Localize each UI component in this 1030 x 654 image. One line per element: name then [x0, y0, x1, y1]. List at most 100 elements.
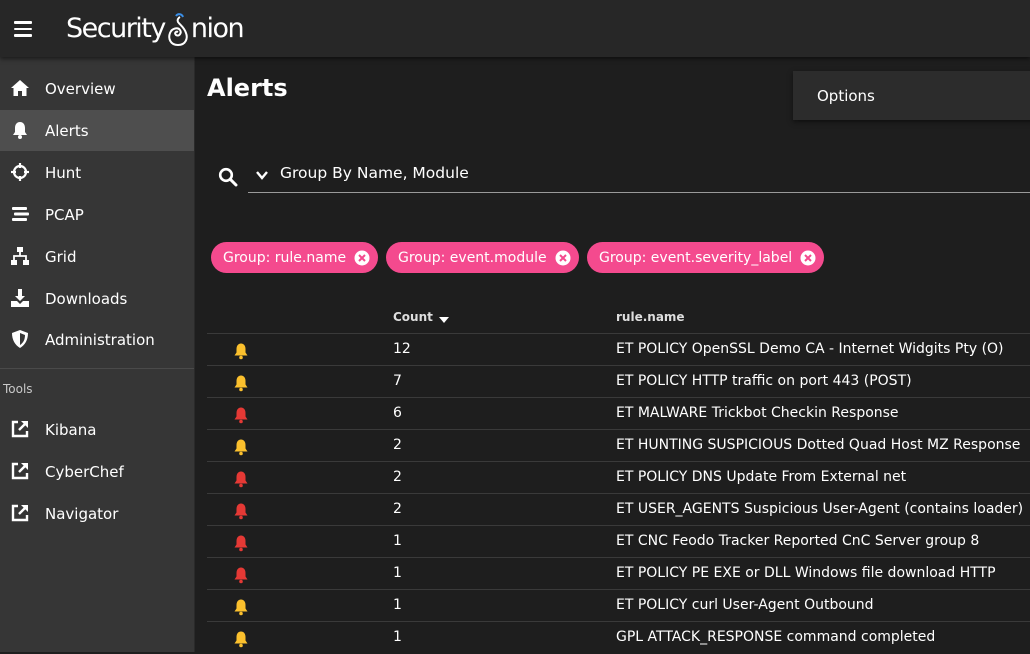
sidebar-item-label: Hunt — [45, 163, 82, 182]
page-title: Alerts — [207, 74, 288, 102]
sidebar-item-alerts[interactable]: Alerts — [0, 110, 194, 151]
sidebar-item-label: Downloads — [45, 289, 128, 308]
search-icon[interactable] — [218, 167, 238, 187]
column-header-count[interactable]: Count — [393, 310, 449, 324]
table-row[interactable]: 6 ET MALWARE Trickbot Checkin Response — [207, 397, 1030, 430]
sidebar-item-overview[interactable]: Overview — [0, 68, 194, 109]
logo-text-right: nion — [190, 13, 245, 44]
rule-name-cell[interactable]: GPL ATTACK_RESPONSE command completed — [616, 629, 935, 645]
bell-icon[interactable] — [232, 438, 250, 456]
rule-name-cell[interactable]: ET POLICY DNS Update From External net — [616, 469, 906, 485]
count-cell[interactable]: 1 — [393, 597, 402, 613]
count-cell[interactable]: 1 — [393, 533, 402, 549]
rule-name-cell[interactable]: ET CNC Feodo Tracker Reported CnC Server… — [616, 533, 979, 549]
table-row[interactable]: 7 ET POLICY HTTP traffic on port 443 (POS… — [207, 365, 1030, 398]
sidebar-item-downloads[interactable]: Downloads — [0, 278, 194, 319]
bell-icon[interactable] — [232, 534, 250, 552]
bell-icon[interactable] — [232, 342, 250, 360]
table-row[interactable]: 1 ET POLICY PE EXE or DLL Windows file do… — [207, 557, 1030, 590]
chip-label: Group: rule.name — [223, 249, 347, 266]
onion-swirl-icon — [166, 12, 190, 48]
shield-icon — [12, 330, 28, 348]
external-link-icon — [11, 462, 29, 480]
options-label[interactable]: Options — [817, 87, 875, 105]
rule-name-cell[interactable]: ET POLICY OpenSSL Demo CA - Internet Wid… — [616, 341, 1004, 357]
bell-icon[interactable] — [232, 630, 250, 648]
sidebar-item-label: Administration — [45, 330, 155, 349]
sidebar-item-cyberchef[interactable]: CyberChef — [0, 451, 194, 492]
table-row[interactable]: 1 ET CNC Feodo Tracker Reported CnC Serve… — [207, 525, 1030, 558]
column-header-label: Count — [393, 310, 433, 324]
count-cell[interactable]: 1 — [393, 629, 402, 645]
external-link-icon — [11, 504, 29, 522]
close-circle-icon[interactable] — [555, 250, 571, 266]
query-value: Group By Name, Module — [280, 164, 469, 182]
download-icon — [11, 289, 29, 307]
sidebar-item-pcap[interactable]: PCAP — [0, 194, 194, 235]
count-cell[interactable]: 1 — [393, 565, 402, 581]
rule-name-cell[interactable]: ET POLICY PE EXE or DLL Windows file dow… — [616, 565, 996, 581]
rule-name-cell[interactable]: ET POLICY curl User-Agent Outbound — [616, 597, 874, 613]
rule-name-cell[interactable]: ET MALWARE Trickbot Checkin Response — [616, 405, 899, 421]
sidebar-item-label: Overview — [45, 79, 116, 98]
group-chip-event-severity-label[interactable]: Group: event.severity_label — [587, 242, 825, 273]
count-cell[interactable]: 12 — [393, 341, 411, 357]
sidebar-item-administration[interactable]: Administration — [0, 319, 194, 360]
security-onion-logo[interactable]: Security nion — [66, 8, 245, 48]
table-row[interactable]: 2 ET POLICY DNS Update From External net — [207, 461, 1030, 494]
bell-icon[interactable] — [232, 406, 250, 424]
chip-label: Group: event.module — [398, 249, 547, 266]
count-cell[interactable]: 7 — [393, 373, 402, 389]
bell-icon[interactable] — [232, 502, 250, 520]
table-row[interactable]: 12 ET POLICY OpenSSL Demo CA - Internet W… — [207, 333, 1030, 366]
sidebar-item-navigator[interactable]: Navigator — [0, 493, 194, 534]
group-chip-rule-name[interactable]: Group: rule.name — [211, 242, 379, 273]
bell-icon — [13, 122, 27, 139]
bell-icon[interactable] — [232, 470, 250, 488]
count-cell[interactable]: 2 — [393, 501, 402, 517]
external-link-icon — [11, 420, 29, 438]
table-row[interactable]: 2 ET USER_AGENTS Suspicious User-Agent (c… — [207, 493, 1030, 526]
count-cell[interactable]: 2 — [393, 469, 402, 485]
app-bar: Security nion — [0, 0, 1030, 57]
group-chip-event-module[interactable]: Group: event.module — [386, 242, 579, 273]
sidebar-item-label: Grid — [45, 247, 77, 266]
tools-section-label: Tools — [3, 382, 33, 396]
count-cell[interactable]: 2 — [393, 437, 402, 453]
sidebar-item-label: Navigator — [45, 504, 119, 523]
sidebar: Overview Alerts Hunt PCAP Grid Downloads… — [0, 57, 195, 652]
column-header-label: rule.name — [616, 310, 685, 324]
crosshairs-icon — [11, 163, 29, 181]
query-select[interactable]: Group By Name, Module — [248, 157, 1030, 193]
count-cell[interactable]: 6 — [393, 405, 402, 421]
home-icon — [11, 80, 29, 96]
stream-icon — [12, 207, 29, 221]
column-header-rule-name[interactable]: rule.name — [616, 310, 685, 324]
rule-name-cell[interactable]: ET USER_AGENTS Suspicious User-Agent (co… — [616, 501, 1023, 517]
menu-icon[interactable] — [14, 21, 32, 37]
sidebar-item-hunt[interactable]: Hunt — [0, 152, 194, 193]
logo-text-left: Security — [66, 13, 166, 44]
chip-label: Group: event.severity_label — [599, 249, 793, 266]
close-circle-icon[interactable] — [800, 250, 816, 266]
table-row[interactable]: 2 ET HUNTING SUSPICIOUS Dotted Quad Host … — [207, 429, 1030, 462]
sort-desc-icon — [438, 317, 449, 323]
sidebar-item-label: PCAP — [45, 205, 84, 224]
bell-icon[interactable] — [232, 374, 250, 392]
sidebar-item-label: CyberChef — [45, 462, 124, 481]
bell-icon[interactable] — [232, 566, 250, 584]
main-content: Alerts Options Group By Name, Module Gro… — [195, 57, 1030, 652]
rule-name-cell[interactable]: ET HUNTING SUSPICIOUS Dotted Quad Host M… — [616, 437, 1020, 453]
sidebar-item-grid[interactable]: Grid — [0, 236, 194, 277]
sidebar-divider — [0, 368, 194, 369]
sidebar-item-label: Alerts — [45, 121, 89, 140]
close-circle-icon[interactable] — [354, 250, 370, 266]
chevron-down-icon — [256, 171, 268, 180]
table-row[interactable]: 1 ET POLICY curl User-Agent Outbound — [207, 589, 1030, 622]
rule-name-cell[interactable]: ET POLICY HTTP traffic on port 443 (POST… — [616, 373, 912, 389]
bell-icon[interactable] — [232, 598, 250, 616]
sitemap-icon — [11, 247, 29, 265]
options-panel[interactable]: Options — [793, 71, 1030, 120]
table-row[interactable]: 1 GPL ATTACK_RESPONSE command completed — [207, 621, 1030, 654]
sidebar-item-kibana[interactable]: Kibana — [0, 409, 194, 450]
